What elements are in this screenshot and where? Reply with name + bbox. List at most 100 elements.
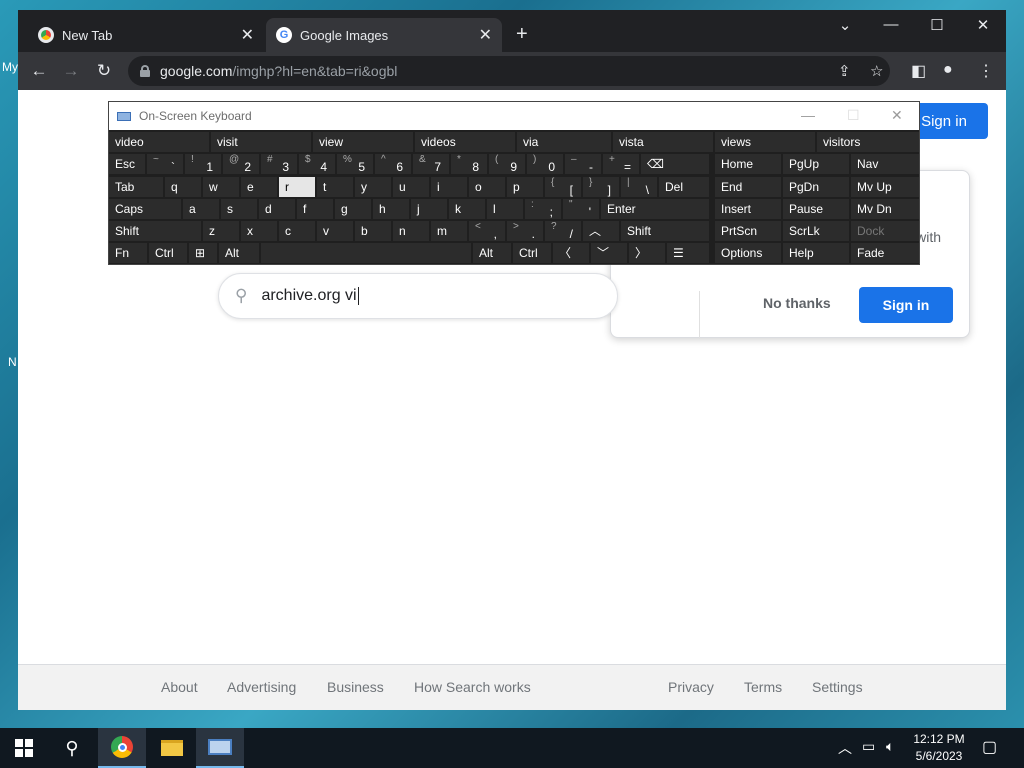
key-w[interactable]: w (203, 177, 239, 197)
key-pause[interactable]: Pause (783, 199, 849, 219)
card-sign-in-button[interactable]: Sign in (859, 287, 953, 323)
key-5[interactable]: % 5 (337, 154, 373, 174)
key-d[interactable]: d (259, 199, 295, 219)
key-fn[interactable]: Fn (109, 243, 147, 263)
no-thanks-button[interactable]: No thanks (763, 295, 831, 311)
key-mv-up[interactable]: Mv Up (851, 177, 919, 197)
key-shift-left[interactable]: Shift (109, 221, 201, 241)
key-alt-left[interactable]: Alt (219, 243, 259, 263)
suggestion-via[interactable]: via (517, 132, 611, 152)
key-dock[interactable]: Dock (851, 221, 919, 241)
key-9[interactable]: (9 (489, 154, 525, 174)
key-left-arrow[interactable]: 〈 (553, 243, 589, 263)
key-punct-b0[interactable]: <, (469, 221, 505, 241)
key-b[interactable]: b (355, 221, 391, 241)
key-punct-0[interactable]: :; (525, 199, 561, 219)
tab-search-chevron-icon[interactable]: ⌄ (830, 16, 860, 34)
key-k[interactable]: k (449, 199, 485, 219)
footer-link-business[interactable]: Business (327, 679, 384, 695)
file-explorer-button[interactable] (148, 728, 196, 768)
volume-icon[interactable]: 🔈︎ (886, 738, 894, 755)
key-f[interactable]: f (297, 199, 333, 219)
key-punct-b2[interactable]: ? / (545, 221, 581, 241)
key-ctrl-right[interactable]: Ctrl (513, 243, 551, 263)
forward-arrow-icon[interactable]: → (60, 60, 82, 82)
key-pgup[interactable]: PgUp (783, 154, 849, 174)
key-alt-right[interactable]: Alt (473, 243, 511, 263)
key-c[interactable]: c (279, 221, 315, 241)
footer-link-how-search-works[interactable]: How Search works (414, 679, 531, 695)
key-punct-1[interactable]: " ' (563, 199, 599, 219)
key-help[interactable]: Help (783, 243, 849, 263)
reload-icon[interactable]: ↻ (93, 60, 115, 82)
osk-title-bar[interactable]: On-Screen Keyboard — ☐ ✕ (109, 102, 919, 130)
key-3[interactable]: #3 (261, 154, 297, 174)
key-mv-dn[interactable]: Mv Dn (851, 199, 919, 219)
start-button[interactable] (0, 728, 48, 768)
key-r[interactable]: r (279, 177, 315, 197)
osk-minimize-button[interactable]: — (801, 107, 815, 123)
key-a[interactable]: a (183, 199, 219, 219)
key-h[interactable]: h (373, 199, 409, 219)
network-icon[interactable]: ▭ (862, 738, 875, 755)
key-space[interactable] (261, 243, 471, 263)
new-tab-button[interactable]: + (516, 24, 528, 44)
key-0[interactable]: ) 0 (527, 154, 563, 174)
minimize-button[interactable]: — (876, 16, 906, 33)
key-backspace[interactable]: ⌫ (641, 154, 709, 174)
close-tab-icon[interactable]: ✕ (479, 25, 492, 45)
key-i[interactable]: i (431, 177, 467, 197)
suggestion-views[interactable]: views (715, 132, 815, 152)
key-s[interactable]: s (221, 199, 257, 219)
share-icon[interactable]: ⇪ (838, 62, 851, 80)
search-button[interactable]: ⚲ (48, 728, 96, 768)
key-p[interactable]: p (507, 177, 543, 197)
key-tab[interactable]: Tab (109, 177, 163, 197)
close-window-button[interactable]: ✕ (968, 16, 998, 34)
key-1[interactable]: ! 1 (185, 154, 221, 174)
back-arrow-icon[interactable]: ← (28, 60, 50, 82)
key-esc[interactable]: Esc (109, 154, 145, 174)
notifications-icon[interactable]: ▢ (982, 737, 997, 757)
footer-link-terms[interactable]: Terms (744, 679, 782, 695)
key-home[interactable]: Home (715, 154, 781, 174)
bookmark-star-icon[interactable]: ☆ (870, 62, 883, 80)
footer-link-privacy[interactable]: Privacy (668, 679, 714, 695)
key-ctrl-left[interactable]: Ctrl (149, 243, 187, 263)
key-4[interactable]: $4 (299, 154, 335, 174)
key-m[interactable]: m (431, 221, 467, 241)
key-bracket-0[interactable]: {[ (545, 177, 581, 197)
key-options[interactable]: Options (715, 243, 781, 263)
chevron-up-icon[interactable]: ︿ (838, 738, 852, 758)
key-6[interactable]: ^ 6 (375, 154, 411, 174)
menu-dots-icon[interactable]: ⋮ (978, 61, 994, 81)
key-punct-b1[interactable]: >. (507, 221, 543, 241)
key-2[interactable]: @2 (223, 154, 259, 174)
key-v[interactable]: v (317, 221, 353, 241)
key-e[interactable]: e (241, 177, 277, 197)
key-l[interactable]: l (487, 199, 523, 219)
footer-link-settings[interactable]: Settings (812, 679, 863, 695)
key-fade[interactable]: Fade (851, 243, 919, 263)
address-bar[interactable]: google.com/imghp?hl=en&tab=ri&ogbl ⇪ ☆ (128, 56, 890, 86)
osk-close-button[interactable]: ✕ (891, 107, 903, 124)
suggestion-view[interactable]: view (313, 132, 413, 152)
search-input[interactable]: ⚲ archive.org vi (218, 273, 618, 319)
key-x[interactable]: x (241, 221, 277, 241)
close-tab-icon[interactable]: ✕ (241, 25, 254, 45)
tab-new-tab[interactable]: New Tab ✕ (28, 18, 264, 52)
clock-time[interactable]: 12:12 PM (910, 732, 968, 746)
footer-link-about[interactable]: About (161, 679, 198, 695)
suggestion-videos[interactable]: videos (415, 132, 515, 152)
key-8[interactable]: * 8 (451, 154, 487, 174)
key-`[interactable]: ~ ` (147, 154, 183, 174)
key-down-arrow[interactable]: ﹀ (591, 243, 627, 263)
key-bracket-1[interactable]: }] (583, 177, 619, 197)
side-panel-icon[interactable]: ◧ (911, 61, 926, 81)
key--[interactable]: – - (565, 154, 601, 174)
chrome-taskbar-button[interactable] (98, 728, 146, 768)
key-shift-right[interactable]: Shift (621, 221, 709, 241)
key-n[interactable]: n (393, 221, 429, 241)
key-j[interactable]: j (411, 199, 447, 219)
key-caps[interactable]: Caps (109, 199, 181, 219)
